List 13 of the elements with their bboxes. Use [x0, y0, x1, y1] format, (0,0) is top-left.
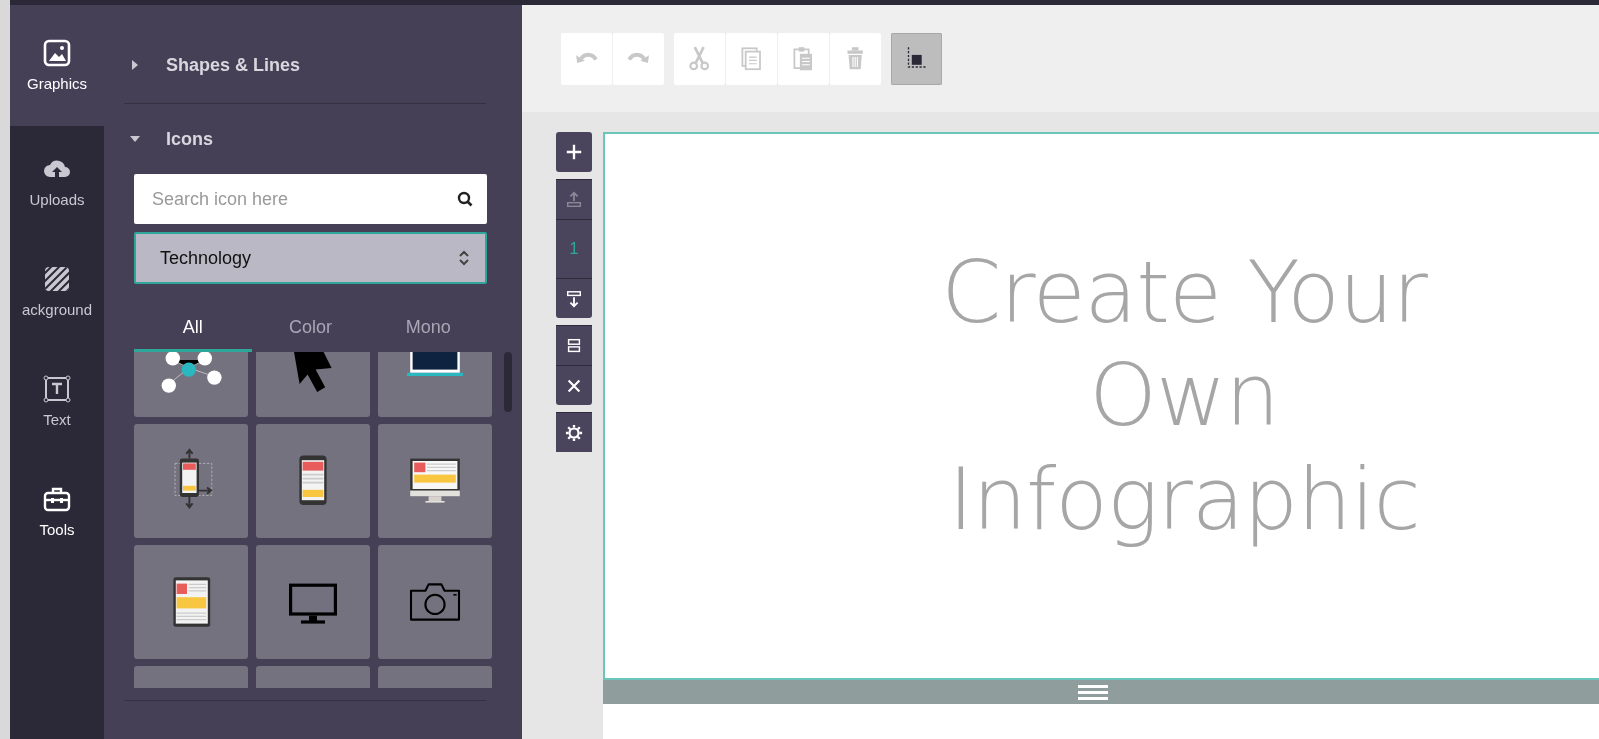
- page-number: 1: [556, 219, 592, 278]
- category-dropdown[interactable]: Technology: [134, 232, 487, 284]
- section-header[interactable]: Icons: [124, 104, 486, 174]
- search-field[interactable]: Search icon here: [134, 174, 487, 224]
- nav-item[interactable]: Uploads: [10, 126, 104, 236]
- nav-item[interactable]: Tools: [10, 456, 104, 566]
- filter-tab[interactable]: Mono: [369, 306, 487, 352]
- nav-item[interactable]: ackground: [10, 236, 104, 346]
- nav-item[interactable]: Graphics: [10, 5, 104, 126]
- filter-tab[interactable]: Color: [251, 306, 370, 352]
- nav-item[interactable]: Text: [10, 346, 104, 456]
- headline-text: Create Your Own Infographic: [940, 241, 1429, 551]
- section-header[interactable]: Shapes & Lines: [124, 5, 486, 103]
